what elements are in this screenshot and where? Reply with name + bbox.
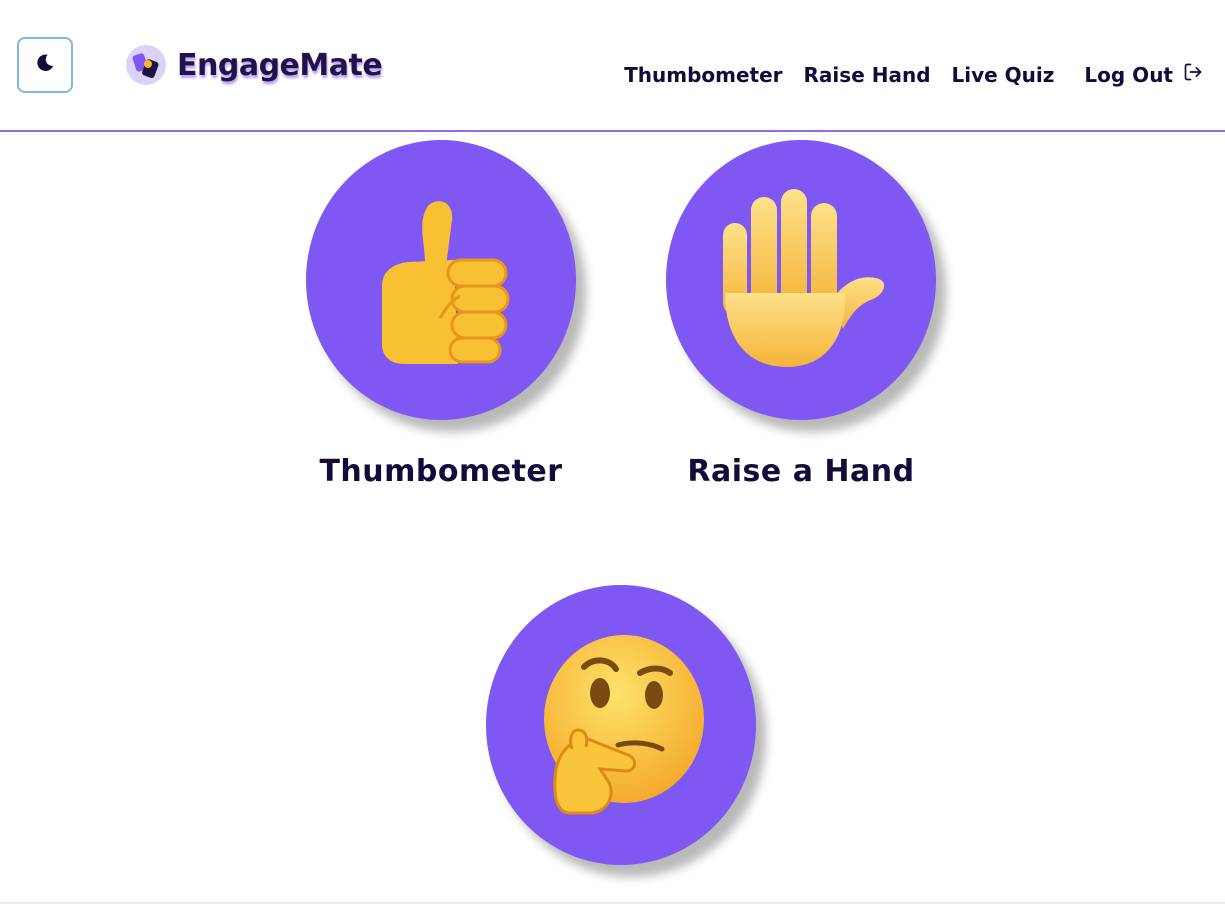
main-nav: Thumbometer Raise Hand Live Quiz Log Out <box>624 62 1203 87</box>
raised-hand-icon <box>711 183 891 377</box>
moon-icon <box>34 52 56 78</box>
nav-thumbometer[interactable]: Thumbometer <box>624 63 782 87</box>
log-out-icon <box>1183 62 1203 87</box>
bottom-divider <box>0 902 1225 904</box>
thinking-face-icon <box>536 631 706 820</box>
theme-toggle-button[interactable] <box>17 37 73 93</box>
logout-link[interactable]: Log Out <box>1084 62 1203 87</box>
thumbometer-circle[interactable] <box>306 140 576 420</box>
thumbometer-card[interactable]: Thumbometer <box>306 140 576 489</box>
thumbometer-label: Thumbometer <box>319 454 563 489</box>
nav-raise-hand[interactable]: Raise Hand <box>804 63 931 87</box>
thumbs-up-icon <box>366 188 516 372</box>
nav-live-quiz[interactable]: Live Quiz <box>952 63 1055 87</box>
engagemate-logo-icon <box>125 44 167 86</box>
top-navbar: EngageMate Thumbometer Raise Hand Live Q… <box>0 0 1225 132</box>
live-quiz-card[interactable] <box>486 585 756 865</box>
raise-hand-card[interactable]: Raise a Hand <box>666 140 936 489</box>
brand[interactable]: EngageMate <box>125 44 383 86</box>
brand-name: EngageMate <box>177 47 383 83</box>
raise-hand-label: Raise a Hand <box>687 454 915 489</box>
live-quiz-circle[interactable] <box>486 585 756 865</box>
logout-label: Log Out <box>1084 62 1173 87</box>
raise-hand-circle[interactable] <box>666 140 936 420</box>
